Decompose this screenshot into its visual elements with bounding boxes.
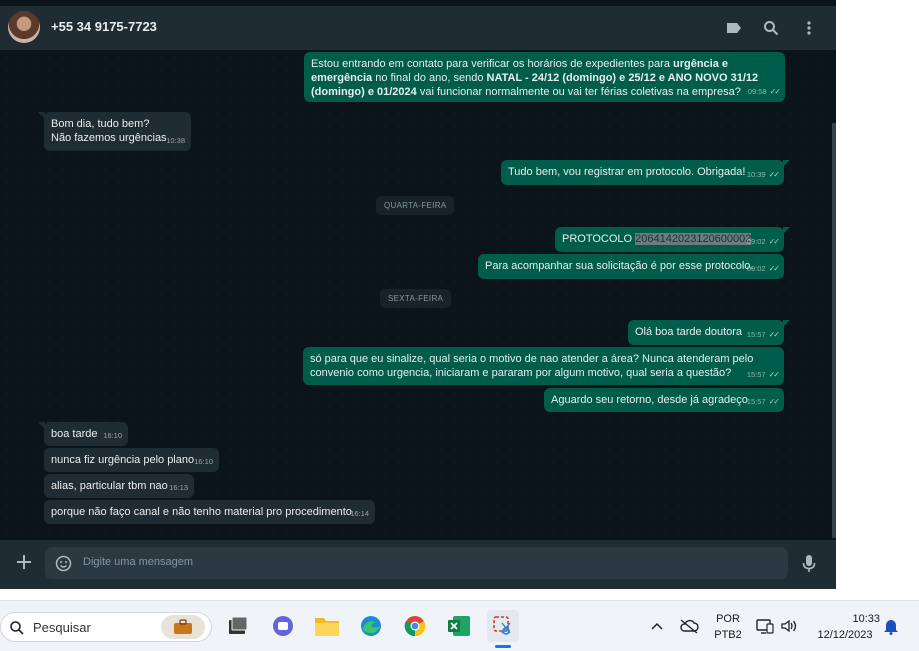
- language-label: POR: [716, 613, 740, 625]
- message-text: porque não faço canal e não tenho materi…: [51, 506, 352, 518]
- snipping-tool-icon[interactable]: [487, 610, 519, 642]
- message-text: no final do ano, sendo: [372, 72, 487, 84]
- message-text: boa tarde: [51, 428, 98, 440]
- message-text: PROTOCOLO: [562, 233, 633, 245]
- message-out[interactable]: Olá boa tarde doutora 15:57 ✓✓: [628, 320, 790, 345]
- task-view-icon[interactable]: [222, 610, 254, 642]
- message-out[interactable]: Estou entrando em contato para verificar…: [304, 52, 785, 102]
- briefcase-icon: [161, 615, 205, 639]
- taskbar-search[interactable]: Pesquisar: [0, 612, 212, 642]
- double-check-icon: ✓✓: [768, 370, 780, 379]
- double-check-icon: ✓✓: [768, 397, 780, 406]
- avatar[interactable]: [8, 11, 40, 43]
- message-in[interactable]: nunca fiz urgência pelo plano 16:10: [44, 448, 219, 472]
- message-out[interactable]: Para acompanhar sua solicitação é por es…: [478, 254, 784, 279]
- message-time: 09:02: [746, 264, 766, 273]
- message-text: alias, particular tbm nao: [51, 480, 168, 492]
- message-text: Para acompanhar sua solicitação é por es…: [485, 260, 754, 272]
- message-time: 10:38: [166, 136, 185, 145]
- contact-name[interactable]: +55 34 9175-7723: [51, 19, 157, 34]
- message-list[interactable]: Estou entrando em contato para verificar…: [0, 50, 836, 540]
- whatsapp-window: +55 34 9175-7723 Estou entrando em conta…: [0, 0, 836, 589]
- keyboard-label: PTB2: [714, 629, 742, 641]
- message-text: Não fazemos urgências: [51, 132, 167, 144]
- message-text: Aguardo seu retorno, desde já agradeço: [551, 394, 748, 406]
- active-app-indicator: [495, 645, 511, 648]
- plus-icon[interactable]: [14, 552, 34, 572]
- message-time: 16:10: [103, 431, 122, 440]
- message-time: 16:10: [194, 457, 213, 466]
- chevron-up-icon[interactable]: [648, 610, 666, 642]
- message-placeholder: Digite uma mensagem: [83, 556, 194, 568]
- message-text: nunca fiz urgência pelo plano: [51, 454, 195, 466]
- day-divider: QUARTA-FEIRA: [376, 196, 455, 215]
- message-input[interactable]: Digite uma mensagem: [45, 547, 788, 579]
- double-check-icon: ✓✓: [768, 264, 780, 273]
- message-time: 15:57: [746, 370, 766, 379]
- message-time: 15:57: [746, 397, 766, 406]
- volume-icon[interactable]: [778, 610, 800, 642]
- cloud-offline-icon[interactable]: [677, 610, 701, 642]
- search-label: Pesquisar: [33, 620, 91, 635]
- message-time: 15:57: [746, 330, 766, 339]
- teams-icon[interactable]: [267, 610, 299, 642]
- language-indicator[interactable]: POR PTB2: [712, 611, 744, 643]
- notification-bell-icon[interactable]: [880, 610, 902, 642]
- clock-time: 10:33: [852, 613, 880, 625]
- message-text: Estou entrando em contato para verificar…: [311, 58, 673, 70]
- message-in[interactable]: boa tarde 16:10: [38, 422, 128, 446]
- mic-icon[interactable]: [802, 554, 816, 579]
- windows-taskbar: Pesquisar POR PTB2 10:33 12/12/2023: [0, 600, 919, 651]
- day-divider: SEXTA-FEIRA: [380, 289, 452, 308]
- message-text: Tudo bem, vou registrar em protocolo. Ob…: [508, 166, 746, 178]
- display-icon[interactable]: [754, 610, 776, 642]
- menu-icon[interactable]: [797, 16, 821, 40]
- message-out[interactable]: Aguardo seu retorno, desde já agradeço 1…: [544, 388, 784, 412]
- message-text: só para que eu sinalize, qual seria o mo…: [310, 353, 754, 379]
- message-text: Olá boa tarde doutora: [635, 326, 743, 338]
- desktop-area: [836, 0, 919, 600]
- message-out[interactable]: só para que eu sinalize, qual seria o mo…: [303, 347, 784, 385]
- message-in[interactable]: Bom dia, tudo bem? Não fazemos urgências…: [38, 112, 191, 151]
- message-time: 16:14: [350, 509, 369, 518]
- emoji-icon[interactable]: [55, 555, 72, 577]
- double-check-icon: ✓✓: [768, 330, 780, 339]
- excel-icon[interactable]: [443, 610, 475, 642]
- message-time: 09:02: [746, 237, 766, 246]
- message-in[interactable]: porque não faço canal e não tenho materi…: [44, 500, 375, 524]
- double-check-icon: ✓✓: [769, 87, 781, 96]
- desktop-area: [0, 589, 836, 600]
- chat-header: +55 34 9175-7723: [0, 6, 836, 50]
- message-time: 16:13: [169, 483, 188, 492]
- message-time: 09:58: [747, 87, 767, 96]
- message-text: Bom dia, tudo bem?: [51, 118, 150, 130]
- message-out[interactable]: PROTOCOLO 2064142023120600002 09:02 ✓✓: [555, 227, 790, 252]
- protocol-number[interactable]: 2064142023120600002: [635, 233, 752, 245]
- chrome-icon[interactable]: [399, 610, 431, 642]
- double-check-icon: ✓✓: [768, 237, 780, 246]
- clock-date: 12/12/2023: [817, 629, 873, 641]
- clock[interactable]: 10:33 12/12/2023: [810, 611, 880, 643]
- label-icon[interactable]: [722, 16, 746, 40]
- message-out[interactable]: Tudo bem, vou registrar em protocolo. Ob…: [501, 160, 790, 185]
- search-icon: [9, 620, 25, 641]
- search-icon[interactable]: [759, 16, 783, 40]
- edge-icon[interactable]: [355, 610, 387, 642]
- message-time: 10:39: [746, 170, 766, 179]
- double-check-icon: ✓✓: [768, 170, 780, 179]
- message-in[interactable]: alias, particular tbm nao 16:13: [44, 474, 194, 498]
- composer: Digite uma mensagem: [0, 540, 836, 589]
- file-explorer-icon[interactable]: [311, 610, 343, 642]
- message-text: vai funcionar normalmente ou vai ter fér…: [416, 86, 741, 98]
